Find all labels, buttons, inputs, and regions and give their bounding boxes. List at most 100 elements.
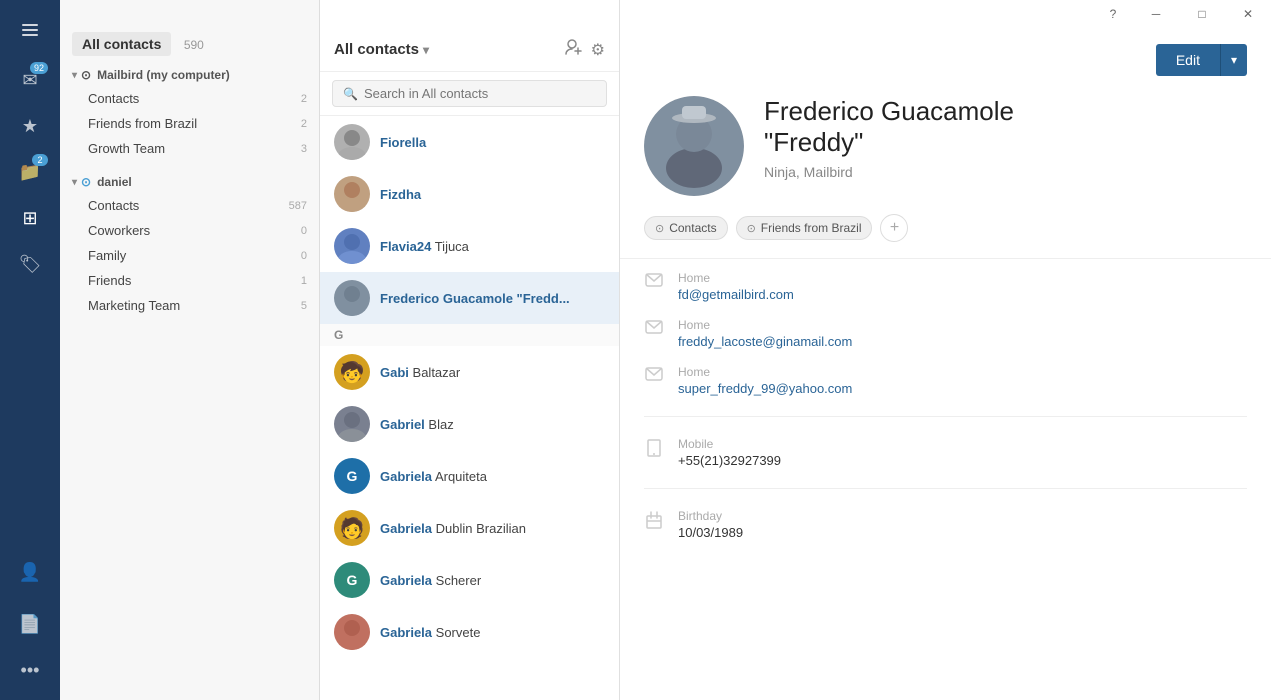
contact-row-gabriela-dub[interactable]: 🧑 Gabriela Dublin Brazilian <box>320 502 619 554</box>
avatar-gabriela-arq: G <box>334 458 370 494</box>
avatar-gabriela-sor <box>334 614 370 650</box>
mailbird-icon: ⊙ <box>81 68 91 82</box>
contact-row-gabriela-sch[interactable]: G Gabriela Scherer <box>320 554 619 606</box>
daniel-contacts-count: 587 <box>289 200 307 212</box>
divider-2 <box>644 488 1247 489</box>
folder-nav-button[interactable]: 📁 2 <box>8 150 52 194</box>
contact-list-heading: All contacts <box>334 41 419 58</box>
coworkers-count: 0 <box>301 225 307 237</box>
contact-row-frederico[interactable]: Frederico Guacamole "Fredd... <box>320 272 619 324</box>
marketing-team-label: Marketing Team <box>88 298 180 313</box>
coworkers-item[interactable]: Coworkers 0 <box>60 218 319 243</box>
contact-row-fiorella[interactable]: Fiorella <box>320 116 619 168</box>
apps-icon: ⊞ <box>22 208 37 229</box>
help-button[interactable]: ? <box>1103 0 1123 28</box>
family-label: Family <box>88 248 126 263</box>
contact-name-fizdha: Fizdha <box>380 187 421 202</box>
contact-row-gabi[interactable]: 🧒 Gabi Baltazar <box>320 346 619 398</box>
daniel-contacts-label: Contacts <box>88 198 139 213</box>
tag-contacts[interactable]: ⊙ Contacts <box>644 216 728 240</box>
friends-brazil-count: 2 <box>301 118 307 130</box>
friends-brazil-tag-icon: ⊙ <box>747 222 756 235</box>
tag-friends-brazil[interactable]: ⊙ Friends from Brazil <box>736 216 873 240</box>
edit-button[interactable]: Edit <box>1156 44 1220 76</box>
document-icon: 📄 <box>19 614 41 635</box>
field-value-phone[interactable]: +55(21)32927399 <box>678 453 781 468</box>
field-phone: Mobile +55(21)32927399 <box>644 437 1247 468</box>
contact-name-frederico: Frederico Guacamole "Fredd... <box>380 291 570 306</box>
contact-name-gabriela-dub: Gabriela Dublin Brazilian <box>380 521 526 536</box>
chevron-down-icon-3[interactable]: ▾ <box>423 43 429 57</box>
settings-icon[interactable]: ⚙ <box>591 40 605 60</box>
letter-g-header: G <box>320 324 619 346</box>
field-content-phone: Mobile +55(21)32927399 <box>678 437 781 468</box>
add-contact-icon[interactable] <box>565 38 583 61</box>
profile-title: Ninja, Mailbird <box>764 164 1014 180</box>
document-nav-button[interactable]: 📄 <box>8 602 52 646</box>
detail-panel: Edit ▾ Frederico Guacamole "Freddy" Ninj… <box>620 0 1271 700</box>
mailbird-contacts-item[interactable]: Contacts 2 <box>60 86 319 111</box>
daniel-contacts-item[interactable]: Contacts 587 <box>60 193 319 218</box>
field-content-email-2: Home freddy_lacoste@ginamail.com <box>678 318 852 349</box>
tag-contacts-label: Contacts <box>669 221 716 235</box>
group-tags: ⊙ Contacts ⊙ Friends from Brazil + <box>620 206 1271 259</box>
mailbird-contacts-label: Contacts <box>88 91 139 106</box>
contact-row-gabriela-sor[interactable]: Gabriela Sorvete <box>320 606 619 658</box>
contact-list-title: All contacts ▾ <box>334 41 429 58</box>
starred-nav-button[interactable]: ★ <box>8 104 52 148</box>
contact-list-actions: ⚙ <box>565 38 605 61</box>
phone-icon <box>644 439 664 462</box>
growth-team-label: Growth Team <box>88 141 165 156</box>
mail-badge: 92 <box>30 62 48 74</box>
apps-nav-button[interactable]: ⊞ <box>8 196 52 240</box>
marketing-team-item[interactable]: Marketing Team 5 <box>60 293 319 318</box>
field-value-email-3[interactable]: super_freddy_99@yahoo.com <box>678 381 852 396</box>
maximize-button[interactable]: □ <box>1179 0 1225 28</box>
contacts-sidebar: All contacts 590 ▾ ⊙ Mailbird (my comput… <box>60 0 320 700</box>
detail-fields: Home fd@getmailbird.com Home freddy_laco… <box>620 259 1271 552</box>
more-nav-button[interactable]: ••• <box>8 648 52 692</box>
mailbird-group-header[interactable]: ▾ ⊙ Mailbird (my computer) <box>60 62 319 86</box>
family-item[interactable]: Family 0 <box>60 243 319 268</box>
field-value-email-2[interactable]: freddy_lacoste@ginamail.com <box>678 334 852 349</box>
contact-name-flavia24: Flavia24 Tijuca <box>380 239 469 254</box>
friends-from-brazil-item[interactable]: Friends from Brazil 2 <box>60 111 319 136</box>
tag-icon: 🏷 <box>19 254 42 275</box>
edit-dropdown-button[interactable]: ▾ <box>1220 44 1247 76</box>
growth-team-item[interactable]: Growth Team 3 <box>60 136 319 161</box>
search-input-wrap: 🔍 <box>332 80 607 107</box>
field-label-email-3: Home <box>678 365 852 379</box>
field-value-email-1[interactable]: fd@getmailbird.com <box>678 287 794 302</box>
field-birthday: Birthday 10/03/1989 <box>644 509 1247 540</box>
field-email-3: Home super_freddy_99@yahoo.com <box>644 365 1247 396</box>
daniel-group-header[interactable]: ▾ ⊙ daniel <box>60 169 319 193</box>
close-button[interactable]: ✕ <box>1225 0 1271 28</box>
chevron-down-icon: ▾ <box>72 70 77 81</box>
contact-row-fizdha[interactable]: Fizdha <box>320 168 619 220</box>
field-value-birthday: 10/03/1989 <box>678 525 743 540</box>
tag-friends-brazil-label: Friends from Brazil <box>761 221 862 235</box>
growth-team-count: 3 <box>301 143 307 155</box>
person-icon: 👤 <box>19 562 41 583</box>
avatar-gabi: 🧒 <box>334 354 370 390</box>
contact-list-panel: All contacts ▾ ⚙ 🔍 <box>320 0 620 700</box>
contacts-scroll: Fiorella Fizdha Flavia24 Tijuca <box>320 116 619 700</box>
all-contacts-count: 590 <box>184 38 204 52</box>
tag-nav-button[interactable]: 🏷 <box>8 242 52 286</box>
contact-row-flavia24[interactable]: Flavia24 Tijuca <box>320 220 619 272</box>
all-contacts-title[interactable]: All contacts <box>72 32 171 56</box>
minimize-button[interactable]: ─ <box>1133 0 1179 28</box>
add-tag-button[interactable]: + <box>880 214 908 242</box>
icon-sidebar: ✉ 92 ★ 📁 2 ⊞ 🏷 👤 📄 ••• <box>0 0 60 700</box>
contact-row-gabriel[interactable]: Gabriel Blaz <box>320 398 619 450</box>
mail-nav-button[interactable]: ✉ 92 <box>8 58 52 102</box>
contacts-tag-icon: ⊙ <box>655 222 664 235</box>
contact-name-fiorella: Fiorella <box>380 135 426 150</box>
search-input[interactable] <box>364 86 596 101</box>
contact-nav-button[interactable]: 👤 <box>8 550 52 594</box>
contact-row-gabriela-arq[interactable]: G Gabriela Arquiteta <box>320 450 619 502</box>
hamburger-menu-button[interactable] <box>8 8 52 52</box>
contact-name-gabriela-sch: Gabriela Scherer <box>380 573 481 588</box>
contact-name-gabriel: Gabriel Blaz <box>380 417 454 432</box>
friends-item[interactable]: Friends 1 <box>60 268 319 293</box>
